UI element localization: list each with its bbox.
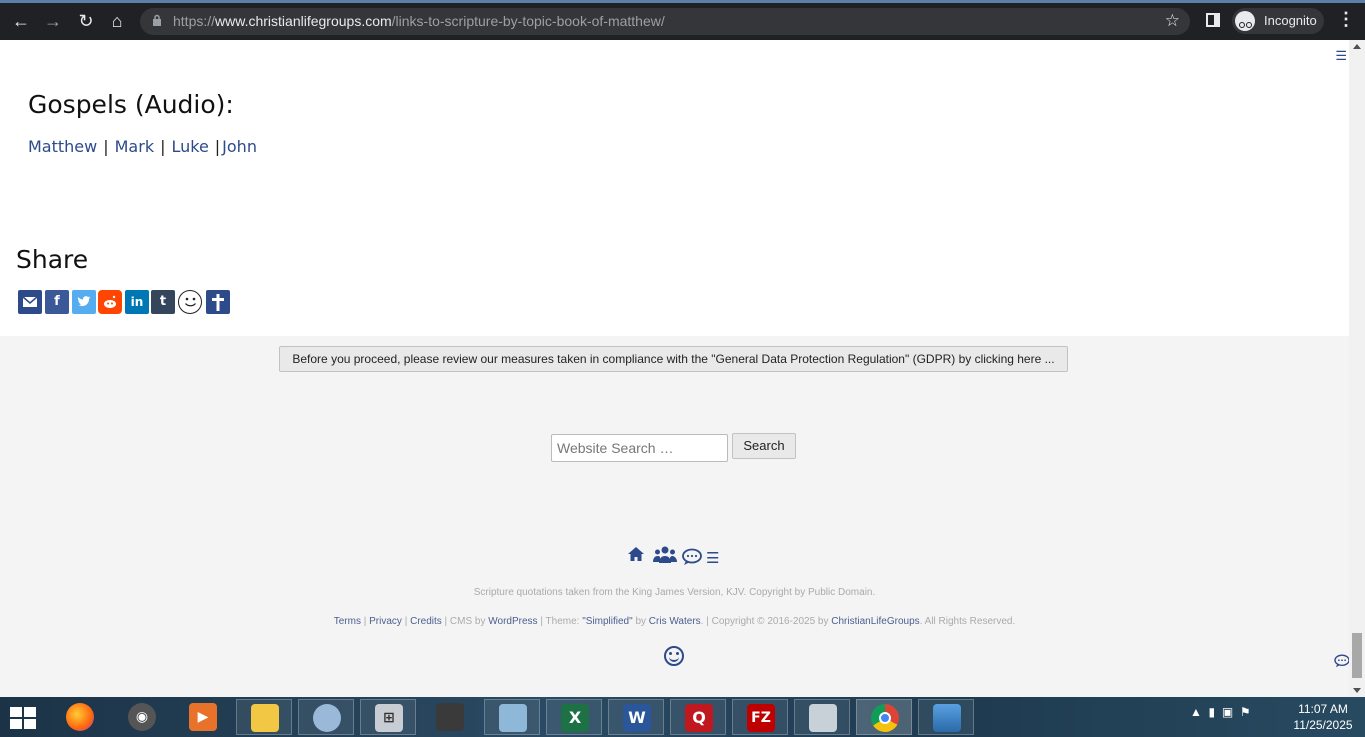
address-bar[interactable]: https://www.christianlifegroups.com/link… (140, 8, 1190, 35)
footer-credits: Terms | Privacy | Credits | CMS by WordP… (333, 616, 1016, 627)
site-link[interactable]: ChristianLifeGroups (831, 616, 919, 627)
scroll-thumb[interactable] (1352, 633, 1362, 678)
copyright-text: Copyright © 2016-2025 by (711, 616, 829, 627)
web-page: ☰ Gospels (Audio): Matthew | Mark | Luke | Joh… (0, 40, 1350, 697)
taskbar-clock[interactable]: 11:07 AM 11/25/2025 (1288, 701, 1358, 733)
separator: | (103, 137, 109, 156)
cms-by-text: CMS by (449, 616, 486, 627)
author-link[interactable]: Cris Waters (649, 616, 701, 627)
link-john[interactable]: John (222, 137, 257, 156)
smiley-icon[interactable] (178, 290, 202, 314)
reddit-icon[interactable] (98, 290, 122, 314)
scanner-icon[interactable] (422, 699, 478, 735)
system-tray[interactable]: ▲ ▮ ▣ ⚑ (1190, 705, 1251, 719)
link-luke[interactable]: Luke (171, 137, 208, 156)
tumblr-icon[interactable]: t (151, 290, 175, 314)
rights-text: All Rights Reserved. (924, 616, 1016, 627)
side-panel-icon[interactable] (1206, 13, 1220, 27)
scroll-down-icon[interactable] (1353, 688, 1361, 693)
photos-icon[interactable] (918, 699, 974, 735)
incognito-label: Incognito (1264, 13, 1317, 28)
footer-nav-icons: ☰ (626, 545, 726, 567)
notepad-icon[interactable] (484, 699, 540, 735)
by-text: by (635, 616, 647, 627)
cross-icon[interactable] (206, 290, 230, 314)
gospel-links: Matthew | Mark | Luke | John (28, 137, 257, 156)
media-app-icon[interactable]: ◉ (114, 699, 170, 735)
home-icon[interactable]: ⌂ (106, 10, 128, 32)
separator: | (214, 137, 221, 156)
clock-date: 11/25/2025 (1293, 718, 1353, 732)
reload-icon[interactable]: ↻ (75, 10, 97, 32)
browser-toolbar: ← → ↻ ⌂ https://www.christianlifegroups.… (0, 0, 1365, 40)
chrome-icon[interactable] (856, 699, 912, 735)
separator: | (160, 137, 166, 156)
facebook-icon[interactable]: f (45, 290, 69, 314)
scripture-note: Scripture quotations taken from the King… (473, 587, 876, 598)
window-top-border (0, 0, 1365, 3)
link-mark[interactable]: Mark (115, 137, 154, 156)
menu-icon[interactable]: ☰ (706, 549, 719, 567)
terms-link[interactable]: Terms (334, 616, 361, 627)
gdpr-notice-button[interactable]: Before you proceed, please review our me… (279, 346, 1068, 372)
privacy-link[interactable]: Privacy (369, 616, 402, 627)
email-icon[interactable] (18, 290, 42, 314)
main-content: ☰ Gospels (Audio): Matthew | Mark | Luke | Joh… (0, 40, 1349, 336)
credits-link[interactable]: Credits (410, 616, 442, 627)
calculator-icon[interactable]: ⊞ (360, 699, 416, 735)
url-text[interactable]: https://www.christianlifegroups.com/link… (173, 13, 665, 29)
scroll-up-icon[interactable] (1353, 44, 1361, 49)
theme-link[interactable]: "Simplified" (582, 616, 632, 627)
more-menu-icon[interactable]: ⋮ (1337, 9, 1355, 30)
monitor-app-icon[interactable] (794, 699, 850, 735)
wordpress-link[interactable]: WordPress (488, 616, 537, 627)
link-matthew[interactable]: Matthew (28, 137, 97, 156)
filezilla-icon[interactable]: FZ (732, 699, 788, 735)
linkedin-icon[interactable]: in (125, 290, 149, 314)
gospels-heading: Gospels (Audio): (28, 90, 234, 119)
vertical-scrollbar[interactable] (1349, 40, 1365, 697)
url-path: /links-to-scripture-by-topic-book-of-mat… (391, 13, 665, 29)
clock-time: 11:07 AM (1298, 702, 1348, 716)
excel-icon[interactable]: X (546, 699, 602, 735)
chat-icon[interactable] (682, 548, 702, 571)
url-prefix: https:// (173, 13, 216, 29)
q-app-icon[interactable]: Q (670, 699, 726, 735)
windows-taskbar: ◉ ▶ ⊞ X W Q FZ ▲ ▮ ▣ ⚑ 11:07 AM 11/25/20… (0, 697, 1365, 737)
incognito-icon (1235, 11, 1255, 31)
paint-icon[interactable] (298, 699, 354, 735)
toc-menu-icon[interactable]: ☰ (1335, 48, 1347, 64)
back-arrow-icon[interactable]: ← (10, 10, 32, 32)
firefox-icon[interactable] (52, 699, 108, 735)
chat-float-icon[interactable] (1334, 654, 1350, 671)
twitter-icon[interactable] (72, 290, 96, 314)
bookmark-star-icon[interactable]: ☆ (1165, 11, 1180, 31)
lock-icon (153, 14, 161, 26)
url-domain: www.christianlifegroups.com (215, 13, 392, 29)
share-heading: Share (16, 245, 89, 274)
forward-arrow-icon[interactable]: → (42, 10, 64, 32)
media-player-icon[interactable]: ▶ (175, 699, 231, 735)
group-icon[interactable] (653, 545, 677, 570)
theme-text: Theme: (545, 616, 580, 627)
windows-start-icon[interactable] (10, 707, 38, 729)
word-icon[interactable]: W (608, 699, 664, 735)
search-input[interactable] (551, 434, 728, 462)
file-explorer-icon[interactable] (236, 699, 292, 735)
home-icon[interactable] (627, 545, 645, 568)
search-button[interactable]: Search (732, 433, 796, 459)
incognito-badge[interactable]: Incognito (1232, 8, 1324, 34)
smiley-icon[interactable] (664, 646, 684, 666)
